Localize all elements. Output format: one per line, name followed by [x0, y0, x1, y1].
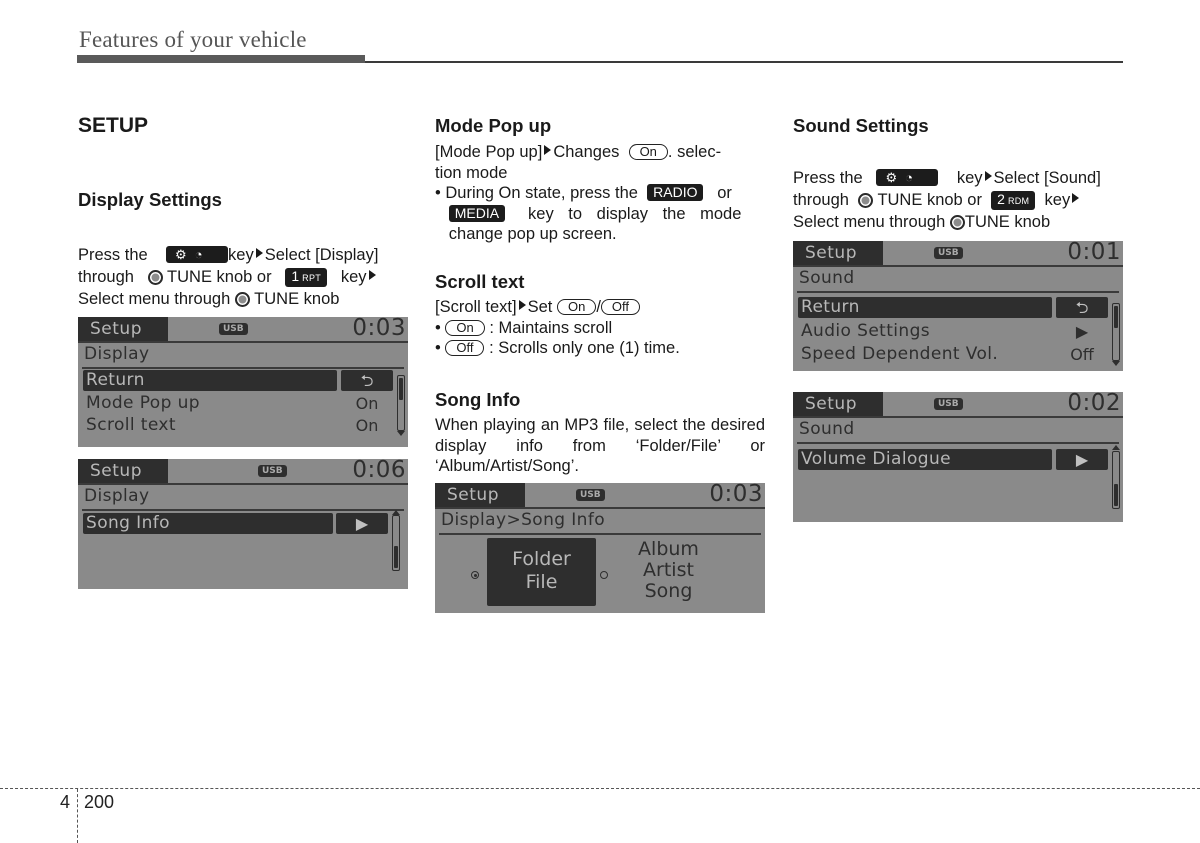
lcd-value: Off	[1070, 345, 1094, 364]
lcd-breadcrumb: Display	[84, 344, 150, 364]
display-instruction: Press the ⚙ ◔ key Select [Display] through …	[78, 246, 379, 308]
lcd-time: 0:02	[1067, 392, 1121, 416]
scroll-down-icon	[397, 431, 405, 436]
lcd-menu-item-scroll-text[interactable]: Scroll text	[83, 415, 337, 436]
lcd-time: 0:01	[1067, 241, 1121, 265]
setup-key: ⚙ ◔	[876, 169, 939, 186]
lcd-screen-display-menu: Setup USB 0:03 Display Return ⮌ Mode Pop…	[78, 317, 408, 447]
rpt-key: 1 RPT	[285, 268, 328, 287]
option-album-artist-song[interactable]: Album Artist Song	[621, 539, 716, 602]
song-info-text: When playing an MP3 file, select the des…	[435, 416, 765, 475]
scrollbar[interactable]	[1112, 303, 1120, 361]
arrow-right-icon	[984, 171, 992, 181]
lcd-time: 0:06	[352, 459, 406, 483]
scrollbar[interactable]	[1112, 451, 1120, 509]
running-header: Features of your vehicle	[79, 27, 307, 52]
scroll-down-icon	[1112, 361, 1120, 366]
clock-icon: ◔	[905, 170, 913, 185]
setup-key: ⚙ ◔	[166, 246, 229, 263]
media-key: MEDIA	[448, 204, 506, 222]
return-icon: ⮌	[1056, 297, 1108, 318]
lcd-tab-setup: Setup	[793, 241, 883, 265]
page-number: 200	[84, 792, 115, 812]
on-button-label: On	[556, 299, 597, 315]
scroll-up-icon	[1112, 445, 1120, 450]
gear-icon: ⚙	[885, 170, 898, 185]
usb-icon: USB	[258, 465, 287, 477]
gear-icon: ⚙	[175, 247, 187, 262]
lcd-value: On	[355, 416, 379, 435]
lcd-tab-setup: Setup	[78, 459, 168, 483]
chapter-number: 4	[60, 792, 71, 812]
subsection-title: Song Info	[435, 389, 521, 410]
tune-knob-icon	[949, 215, 965, 230]
header-rule-thick	[77, 55, 365, 63]
return-icon: ⮌	[341, 370, 393, 391]
lcd-breadcrumb: Display>Song Info	[441, 510, 606, 530]
lcd-menu-item-audio-settings[interactable]: Audio Settings	[798, 321, 1052, 342]
lcd-screen-sound-menu: Setup USB 0:01 Sound Return ⮌ Audio Sett…	[793, 241, 1123, 371]
usb-icon: USB	[219, 323, 248, 335]
radio-key: RADIO	[647, 184, 704, 201]
chevron-right-icon: ▶	[1056, 449, 1108, 470]
clock-icon: ◔	[194, 247, 203, 262]
lcd-menu-item-mode-pop-up[interactable]: Mode Pop up	[83, 393, 337, 414]
off-button-label: Off	[445, 340, 485, 356]
tune-knob-icon	[858, 193, 874, 208]
arrow-right-icon	[1072, 193, 1080, 203]
off-button-label: Off	[600, 299, 641, 315]
subsection-title: Sound Settings	[793, 115, 929, 136]
lcd-tab-setup: Setup	[435, 483, 525, 507]
lcd-breadcrumb: Sound	[799, 419, 855, 439]
subsection-title: Scroll text	[435, 271, 525, 292]
rdm-key: 2 RDM	[991, 191, 1036, 210]
lcd-tab-setup: Setup	[78, 317, 168, 341]
on-button-label: On	[445, 319, 485, 336]
scrollbar[interactable]	[392, 515, 400, 571]
arrow-right-icon	[518, 300, 526, 310]
radio-selected-icon[interactable]	[471, 571, 479, 579]
lcd-menu-item-return[interactable]: Return	[798, 297, 1052, 318]
lcd-screen-song-info-menu: Setup USB 0:06 Display Song Info ▶	[78, 459, 408, 589]
arrow-right-icon	[544, 145, 552, 155]
option-folder-file[interactable]: Folder File	[487, 538, 596, 606]
sound-instruction: Press the ⚙ ◔ key Select [Sound] through T…	[793, 169, 1101, 231]
footer-rule	[0, 788, 1200, 789]
lcd-menu-item-volume-dialogue[interactable]: Volume Dialogue	[798, 449, 1052, 470]
arrow-right-icon	[368, 270, 376, 280]
scrollbar[interactable]	[397, 375, 405, 431]
lcd-menu-item-song-info[interactable]: Song Info	[83, 513, 333, 534]
chevron-right-icon: ▶	[336, 513, 388, 534]
lcd-screen-volume-dialogue: Setup USB 0:02 Sound Volume Dialogue ▶	[793, 392, 1123, 522]
lcd-breadcrumb: Sound	[799, 268, 855, 288]
scroll-text-text: [Scroll text] Set On / Off • On : Maintains…	[435, 298, 680, 357]
lcd-time: 0:03	[352, 317, 406, 341]
radio-unselected-icon[interactable]	[600, 571, 608, 579]
lcd-breadcrumb: Display	[84, 486, 150, 506]
tune-knob-icon	[234, 292, 250, 307]
lcd-screen-song-info-select: Setup USB 0:03 Display>Song Info Folder …	[435, 483, 765, 613]
footer-divider	[77, 789, 78, 843]
tune-knob-icon	[147, 270, 163, 285]
header-rule-thin	[365, 61, 1123, 63]
lcd-time: 0:03	[709, 483, 763, 507]
on-button-label: On	[628, 144, 668, 160]
lcd-menu-item-return[interactable]: Return	[83, 370, 337, 391]
usb-icon: USB	[934, 247, 963, 259]
lcd-value: On	[355, 394, 379, 413]
chevron-right-icon: ▶	[1075, 322, 1089, 341]
section-title: SETUP	[78, 114, 149, 137]
usb-icon: USB	[934, 398, 963, 410]
usb-icon: USB	[576, 489, 605, 501]
subsection-title: Mode Pop up	[435, 115, 552, 136]
lcd-tab-setup: Setup	[793, 392, 883, 416]
arrow-right-icon	[255, 248, 263, 258]
lcd-menu-item-speed-dependent-vol[interactable]: Speed Dependent Vol.	[798, 344, 1068, 365]
mode-popup-text: [Mode Pop up] Changes On. selec- tion mod…	[435, 143, 742, 243]
subsection-title: Display Settings	[78, 189, 222, 210]
